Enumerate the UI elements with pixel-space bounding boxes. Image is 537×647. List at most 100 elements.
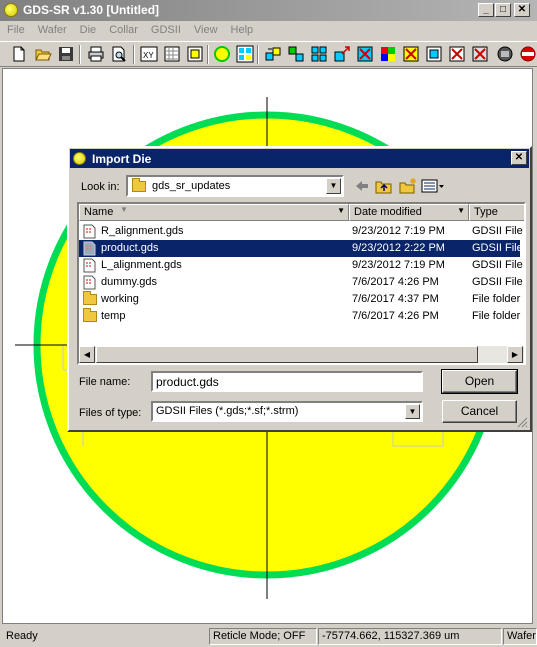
folder-date: 7/6/2017 4:26 PM xyxy=(352,310,439,322)
column-header-name[interactable]: Name ▼ ▼ xyxy=(79,204,349,221)
chevron-down-icon[interactable]: ▼ xyxy=(326,178,341,194)
folder-type: File folder xyxy=(472,293,521,305)
color-die-icon[interactable] xyxy=(379,45,397,63)
file-date: 9/23/2012 7:19 PM xyxy=(352,259,445,271)
dialog-title-bar: Import Die ✕ xyxy=(70,149,529,168)
up-folder-icon[interactable] xyxy=(375,178,393,194)
view-menu-icon[interactable] xyxy=(421,178,445,194)
gds-file-icon xyxy=(83,241,96,256)
wafer-icon[interactable] xyxy=(213,45,231,63)
resize-die-icon[interactable] xyxy=(333,45,351,63)
file-name-label: File name: xyxy=(79,376,131,388)
column-header-date[interactable]: Date modified ▼ xyxy=(349,204,469,221)
xy-coordinates-icon[interactable]: XY xyxy=(140,45,158,63)
column-header-type-label: Type xyxy=(474,206,498,218)
collar-icon[interactable] xyxy=(425,45,443,63)
menu-bar: File Wafer Die Collar GDSII View Help xyxy=(0,21,537,40)
open-folder-icon[interactable] xyxy=(34,45,52,63)
remove-collar-icon[interactable] xyxy=(448,45,466,63)
scroll-thumb[interactable] xyxy=(96,346,478,363)
menu-view[interactable]: View xyxy=(187,21,224,40)
toolbar-xy-label: XY xyxy=(143,51,154,60)
file-row-r-alignment[interactable]: R_alignment.gds 9/23/2012 7:19 PM GDSII … xyxy=(79,223,523,240)
column-header-date-label: Date modified xyxy=(354,206,422,218)
clear-die-icon[interactable] xyxy=(402,45,420,63)
cancel-button[interactable]: Cancel xyxy=(442,400,517,423)
menu-collar[interactable]: Collar xyxy=(102,21,144,40)
file-date: 7/6/2017 4:26 PM xyxy=(352,276,439,288)
gds-file-icon xyxy=(83,258,96,273)
new-file-icon[interactable] xyxy=(10,45,28,63)
die-array-icon[interactable] xyxy=(236,45,254,63)
menu-wafer[interactable]: Wafer xyxy=(31,21,73,40)
folder-date: 7/6/2017 4:37 PM xyxy=(352,293,439,305)
import-die-dialog: Import Die ✕ Look in: gds_sr_updates ▼ N… xyxy=(67,146,532,432)
remove-wafer-icon[interactable] xyxy=(471,45,489,63)
app-title: GDS-SR v1.30 [Untitled] xyxy=(23,3,160,17)
delete-die-icon[interactable] xyxy=(356,45,374,63)
resize-grip-icon[interactable] xyxy=(516,416,528,428)
column-header-type[interactable]: Type xyxy=(469,204,524,221)
scroll-left-icon[interactable]: ◀ xyxy=(79,346,95,363)
column-header-name-label: Name xyxy=(84,206,114,218)
scroll-right-icon[interactable]: ▶ xyxy=(507,346,523,363)
print-icon[interactable] xyxy=(87,45,105,63)
chevron-down-icon[interactable]: ▼ xyxy=(405,404,420,419)
maximize-button[interactable]: □ xyxy=(495,3,511,17)
folder-row-temp[interactable]: temp 7/6/2017 4:26 PM File folder xyxy=(79,308,520,325)
name-filter-chevron-icon[interactable]: ▼ xyxy=(337,206,345,215)
open-button[interactable]: Open xyxy=(441,369,518,394)
menu-help[interactable]: Help xyxy=(224,21,260,40)
file-type: GDSII File xyxy=(472,259,523,271)
file-name-input[interactable]: product.gds xyxy=(151,371,423,392)
place-die-icon[interactable] xyxy=(264,45,282,63)
file-type: GDSII File xyxy=(472,276,523,288)
folder-type: File folder xyxy=(472,310,521,322)
file-type: GDSII File xyxy=(472,242,523,254)
save-icon[interactable] xyxy=(57,45,75,63)
menu-file[interactable]: File xyxy=(0,21,31,40)
folder-icon xyxy=(83,308,97,322)
file-date: 9/23/2012 2:22 PM xyxy=(352,242,445,254)
wafer-view-icon[interactable] xyxy=(496,45,514,63)
status-bar: Ready Reticle Mode; OFF -75774.662, 1153… xyxy=(0,626,537,647)
date-filter-chevron-icon[interactable]: ▼ xyxy=(457,206,465,215)
dialog-title: Import Die xyxy=(92,152,152,166)
files-of-type-label: Files of type: xyxy=(79,407,142,419)
app-icon xyxy=(4,3,18,17)
look-in-folder-icon xyxy=(132,178,146,192)
look-in-combo[interactable]: gds_sr_updates ▼ xyxy=(126,175,344,197)
status-wafer: Wafer D xyxy=(503,628,537,645)
new-folder-icon[interactable] xyxy=(399,177,417,194)
file-row-product[interactable]: product.gds 9/23/2012 2:22 PM GDSII File xyxy=(79,240,523,257)
back-arrow-icon[interactable] xyxy=(354,178,370,194)
file-name: R_alignment.gds xyxy=(101,225,184,237)
file-list[interactable]: Name ▼ ▼ Date modified ▼ Type R_alignmen… xyxy=(77,202,526,365)
move-die-icon[interactable] xyxy=(287,45,305,63)
folder-row-working[interactable]: working 7/6/2017 4:37 PM File folder xyxy=(79,291,520,308)
look-in-value: gds_sr_updates xyxy=(152,180,231,192)
print-preview-icon[interactable] xyxy=(110,45,128,63)
gds-file-icon xyxy=(83,224,96,239)
minimize-button[interactable]: _ xyxy=(478,3,494,17)
flat-icon[interactable] xyxy=(519,45,537,63)
look-in-label: Look in: xyxy=(81,181,120,193)
file-date: 9/23/2012 7:19 PM xyxy=(352,225,445,237)
die-icon[interactable] xyxy=(186,45,204,63)
folder-name: working xyxy=(101,293,139,305)
menu-die[interactable]: Die xyxy=(73,21,103,40)
dialog-close-button[interactable]: ✕ xyxy=(511,151,527,165)
horizontal-scrollbar[interactable]: ◀ ▶ xyxy=(79,346,524,363)
grid-icon[interactable] xyxy=(163,45,181,63)
file-row-dummy[interactable]: dummy.gds 7/6/2017 4:26 PM GDSII File xyxy=(79,274,523,291)
file-name: product.gds xyxy=(101,242,159,254)
dialog-icon xyxy=(73,152,86,165)
status-ready: Ready xyxy=(6,630,38,642)
status-coordinates: -75774.662, 115327.369 um xyxy=(318,628,502,645)
menu-gdsii[interactable]: GDSII xyxy=(144,21,187,40)
gds-file-icon xyxy=(83,275,96,290)
file-row-l-alignment[interactable]: L_alignment.gds 9/23/2012 7:19 PM GDSII … xyxy=(79,257,523,274)
close-button[interactable]: ✕ xyxy=(514,3,530,17)
files-of-type-combo[interactable]: GDSII Files (*.gds;*.sf;*.strm) ▼ xyxy=(151,401,423,422)
die-grid-icon[interactable] xyxy=(310,45,328,63)
